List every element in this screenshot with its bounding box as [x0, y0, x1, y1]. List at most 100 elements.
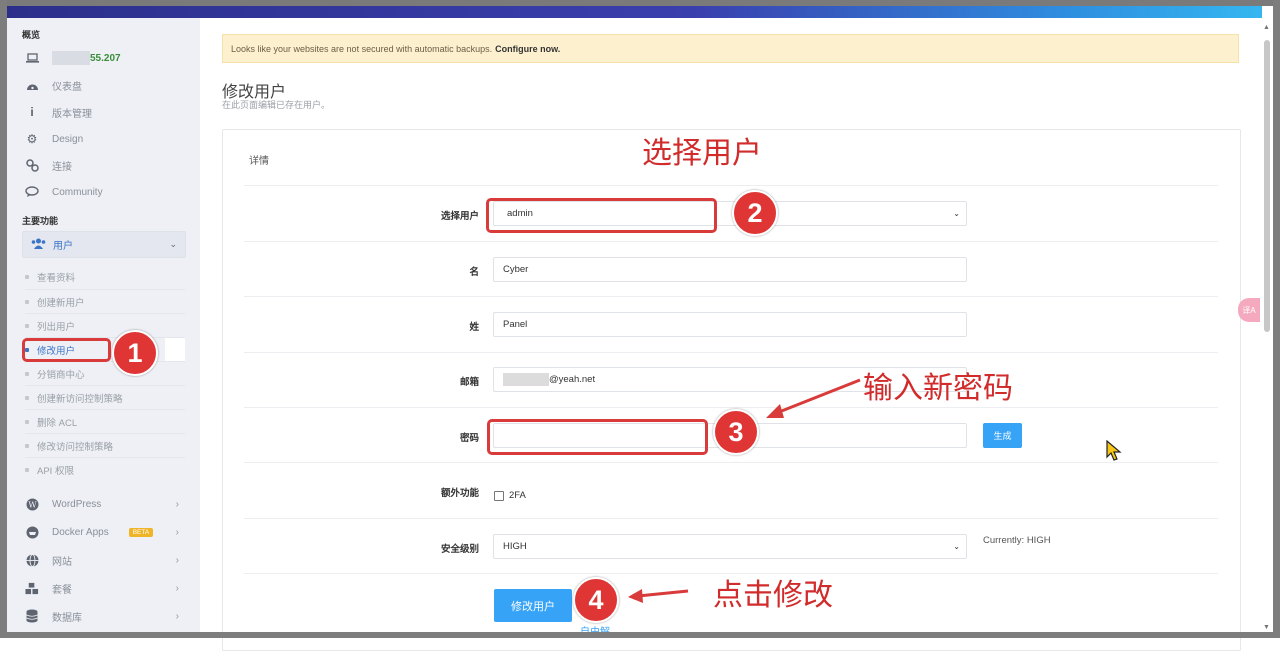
bullet-icon — [25, 300, 29, 304]
window-frame-left — [0, 0, 7, 638]
sub-item-create-user[interactable]: 创建新用户 — [25, 289, 185, 314]
last-name-input[interactable]: Panel — [493, 312, 967, 337]
email-suffix: @yeah.net — [549, 374, 596, 385]
info-icon: i — [30, 105, 34, 119]
bullet-icon — [25, 396, 29, 400]
bullet-icon — [25, 420, 29, 424]
sub-item-api-access[interactable]: API 权限 — [25, 457, 185, 482]
sidebar-item-label: 套餐 — [52, 584, 72, 596]
svg-text:W: W — [28, 500, 37, 509]
scroll-up-arrow-icon[interactable]: ▲ — [1263, 24, 1270, 31]
beta-badge: BETA — [128, 527, 154, 537]
sidebar-item-version[interactable]: i 版本管理 — [25, 101, 92, 123]
chevron-down-icon: ⌄ — [953, 209, 960, 218]
first-name-input[interactable]: Cyber — [493, 257, 967, 282]
security-level-select[interactable]: HIGH ⌄ — [493, 534, 967, 559]
users-label: 用户 — [53, 241, 73, 252]
generate-password-button[interactable]: 生成 — [983, 423, 1022, 448]
sub-item-modify-acl[interactable]: 修改访问控制策略 — [25, 433, 185, 458]
last-name-label: 姓 — [469, 322, 479, 333]
email-label: 邮箱 — [459, 377, 479, 388]
chevron-right-icon: › — [175, 498, 179, 510]
annotation-click-modify-text: 点击修改 — [713, 578, 833, 613]
sub-item-label: 查看资料 — [37, 273, 76, 284]
sidebar-item-wordpress[interactable]: W WordPress › — [25, 491, 185, 517]
sidebar-item-docker-apps[interactable]: Docker Apps BETA › — [25, 519, 185, 545]
sub-item-label: API 权限 — [37, 466, 74, 477]
sub-item-label: 创建新用户 — [37, 298, 85, 309]
divider — [244, 407, 1218, 408]
laptop-icon — [25, 51, 39, 65]
sub-item-reseller-center[interactable]: 分销商中心 — [25, 361, 185, 386]
annotation-step-3: 3 — [713, 409, 759, 455]
extra-features-label: 额外功能 — [440, 488, 479, 499]
sub-item-label: 列出用户 — [37, 322, 76, 333]
sidebar-item-design[interactable]: ⚙ Design — [25, 128, 84, 150]
scrollbar-thumb[interactable] — [1264, 40, 1270, 332]
ip-suffix: 55.207 — [90, 52, 121, 64]
twofa-checkbox[interactable] — [494, 491, 504, 501]
annotation-arrow-icon — [766, 378, 861, 418]
sub-item-create-acl[interactable]: 创建新访问控制策略 — [25, 385, 185, 410]
chevron-right-icon: › — [175, 610, 179, 622]
sub-item-label: 创建新访问控制策略 — [37, 394, 123, 405]
redacted-email — [503, 373, 549, 386]
divider — [244, 462, 1218, 463]
sidebar-item-dashboard[interactable]: 仪表盘 — [25, 74, 82, 96]
bullet-icon — [25, 275, 29, 279]
bullet-icon — [25, 468, 29, 472]
window-frame-right — [1273, 0, 1280, 638]
divider — [244, 185, 1218, 186]
sidebar-item-label: 网站 — [52, 556, 72, 568]
bullet-icon — [25, 372, 29, 376]
sidebar-item-server-ip[interactable]: 55.207 — [25, 47, 121, 69]
database-icon — [25, 609, 39, 623]
annotation-arrow-icon — [628, 589, 689, 603]
window-frame-bottom — [0, 632, 1280, 638]
sub-item-view-profile[interactable]: 查看资料 — [25, 265, 185, 289]
divider — [244, 241, 1218, 242]
password-label: 密码 — [459, 433, 479, 444]
sidebar-item-community[interactable]: Community — [25, 181, 103, 203]
page-subtitle: 在此页面编辑已存在用户。 — [222, 100, 331, 110]
divider — [244, 296, 1218, 297]
sidebar-item-packages[interactable]: 套餐 › — [25, 575, 185, 601]
configure-now-link[interactable]: Configure now. — [495, 44, 560, 54]
bullet-icon — [25, 324, 29, 328]
wordpress-icon: W — [25, 497, 39, 511]
modify-user-button[interactable]: 修改用户 — [494, 589, 572, 622]
sidebar-item-label: WordPress — [52, 498, 102, 510]
sidebar-item-connect[interactable]: 连接 — [25, 154, 72, 176]
sidebar-item-label: 连接 — [52, 161, 72, 173]
redacted-ip — [52, 51, 90, 65]
sidebar-item-label: 版本管理 — [52, 108, 92, 120]
security-level-label: 安全级别 — [440, 544, 479, 555]
annotation-step-4: 4 — [573, 577, 619, 623]
sub-item-delete-acl[interactable]: 删除 ACL — [25, 409, 185, 434]
mouse-cursor-icon — [1106, 440, 1122, 461]
sidebar-item-websites[interactable]: 网站 › — [25, 547, 185, 573]
sidebar-item-label: 数据库 — [52, 612, 82, 624]
annotation-highlight-select-user — [486, 198, 717, 233]
chevron-down-icon: ⌄ — [953, 542, 960, 551]
sub-item-list-users[interactable]: 列出用户 — [25, 313, 185, 338]
chevron-right-icon: › — [175, 554, 179, 566]
scroll-down-arrow-icon[interactable]: ▼ — [1263, 624, 1270, 631]
annotation-enter-password-text: 输入新密码 — [863, 371, 1013, 406]
sidebar: 概览 55.207 仪表盘 i 版本管理 ⚙ Design 连接 Communi… — [7, 18, 200, 632]
sidebar-item-label: Community — [52, 186, 103, 198]
translate-button[interactable]: 译A — [1238, 298, 1260, 322]
sub-item-label: 删除 ACL — [37, 418, 78, 429]
main-features-heading: 主要功能 — [22, 216, 59, 226]
sidebar-item-databases[interactable]: 数据库 › — [25, 603, 185, 629]
overview-heading: 概览 — [22, 30, 41, 40]
sidebar-item-label: Design — [52, 133, 84, 145]
sidebar-item-users[interactable]: 用户 ⌄ — [22, 231, 186, 258]
sub-item-label: 分销商中心 — [37, 370, 85, 381]
divider — [244, 518, 1218, 519]
dashboard-icon — [25, 78, 39, 92]
link-icon — [25, 158, 39, 172]
select-user-label: 选择用户 — [440, 211, 479, 222]
annotation-select-user-text: 选择用户 — [642, 136, 762, 171]
globe-icon — [25, 553, 39, 567]
